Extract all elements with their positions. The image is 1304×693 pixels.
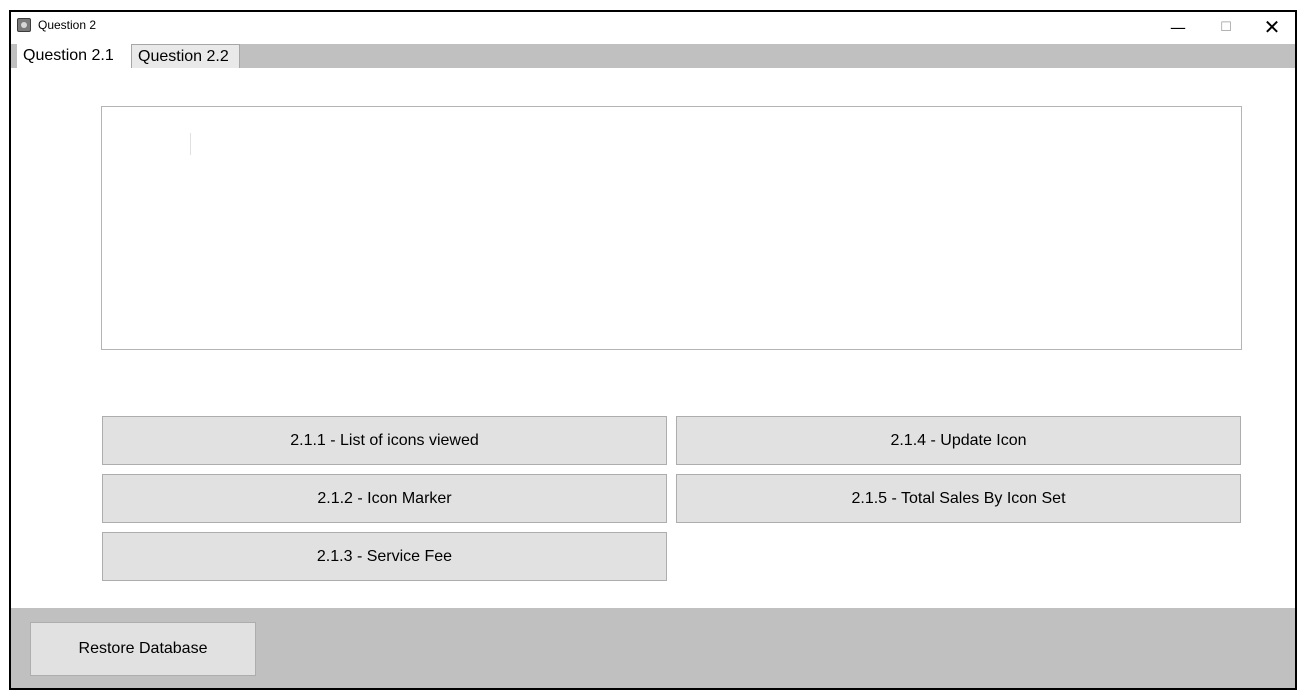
update-icon-button[interactable]: 2.1.4 - Update Icon	[676, 416, 1241, 465]
application-icon	[17, 18, 31, 32]
tab-question-2-1[interactable]: Question 2.1	[17, 43, 131, 69]
maximize-button[interactable]: ☐	[1203, 12, 1249, 42]
output-memo[interactable]	[101, 106, 1242, 350]
text-caret	[190, 133, 191, 155]
close-button[interactable]: ✕	[1249, 12, 1295, 42]
service-fee-button[interactable]: 2.1.3 - Service Fee	[102, 532, 667, 581]
title-bar: Question 2 — ☐ ✕	[11, 12, 1295, 42]
app-window: Question 2 — ☐ ✕ Question 2.1 Question 2…	[9, 10, 1297, 690]
total-sales-by-icon-set-button[interactable]: 2.1.5 - Total Sales By Icon Set	[676, 474, 1241, 523]
tab-question-2-2[interactable]: Question 2.2	[131, 44, 240, 68]
list-icons-viewed-button[interactable]: 2.1.1 - List of icons viewed	[102, 416, 667, 465]
tab-content: 2.1.1 - List of icons viewed 2.1.4 - Upd…	[11, 68, 1295, 608]
restore-database-button[interactable]: Restore Database	[30, 622, 256, 676]
bottom-panel: Restore Database	[11, 608, 1295, 688]
window-title: Question 2	[38, 18, 97, 32]
icon-marker-button[interactable]: 2.1.2 - Icon Marker	[102, 474, 667, 523]
tab-strip: Question 2.1 Question 2.2	[11, 43, 1295, 69]
minimize-button[interactable]: —	[1155, 12, 1201, 42]
